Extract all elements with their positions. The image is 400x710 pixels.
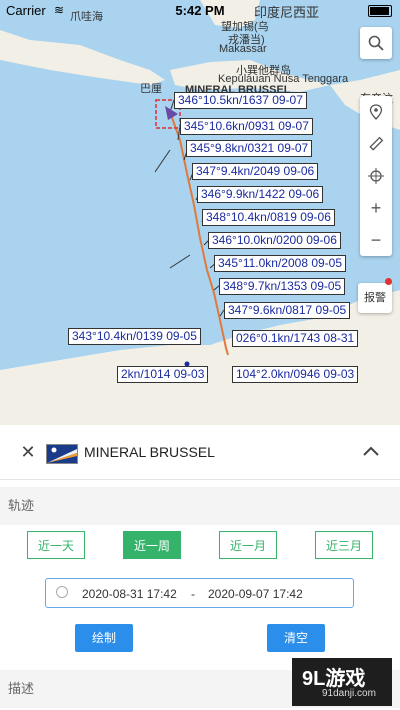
track-label[interactable]: 346°10.0kn/0200 09-06 xyxy=(208,232,341,249)
range-three-month-button[interactable]: 近三月 xyxy=(315,531,373,559)
ship-header: ✕ MINERAL BRUSSEL xyxy=(0,425,400,480)
battery-icon xyxy=(368,5,392,17)
track-label[interactable]: 345°10.6kn/0931 09-07 xyxy=(180,118,313,135)
date-separator: - xyxy=(191,587,195,601)
ship-name: MINERAL BRUSSEL xyxy=(84,444,215,460)
date-end[interactable]: 2020-09-07 17:42 xyxy=(208,587,303,601)
map-view[interactable]: 爪哇海 印度尼西亚 望加锡(乌 戎潘当) Makassar 小巽他群岛 Kepu… xyxy=(0,0,400,425)
date-start[interactable]: 2020-08-31 17:42 xyxy=(82,587,177,601)
track-label[interactable]: 347°9.4kn/2049 09-06 xyxy=(192,163,319,180)
map-tool-controls: + − xyxy=(360,96,392,256)
status-bar: Carrier ≋ 5:42 PM xyxy=(0,0,400,22)
ship-detail-panel: ✕ MINERAL BRUSSEL 轨迹 近一天 近一周 近一月 近三月 202… xyxy=(0,425,400,710)
watermark-logo: 9L游戏 91danji.com xyxy=(292,658,392,706)
track-label[interactable]: 346°9.9kn/1422 09-06 xyxy=(197,186,324,203)
alert-badge xyxy=(385,278,392,285)
track-label[interactable]: 348°10.4kn/0819 09-06 xyxy=(202,209,335,226)
date-range-picker[interactable]: 2020-08-31 17:42 - 2020-09-07 17:42 xyxy=(45,578,354,608)
draw-button[interactable]: 绘制 xyxy=(75,624,133,652)
track-label[interactable]: 348°9.7kn/1353 09-05 xyxy=(219,278,346,295)
track-label[interactable]: 347°9.6kn/0817 09-05 xyxy=(224,302,351,319)
track-label[interactable]: 026°0.1kn/1743 08-31 xyxy=(232,330,359,347)
zoom-in-icon[interactable]: + xyxy=(360,192,392,224)
alert-button[interactable]: 报警 xyxy=(358,283,392,313)
watermark-brand: 9L游戏 xyxy=(302,668,366,690)
track-label[interactable]: 104°2.0kn/0946 09-03 xyxy=(232,366,359,383)
map-label-makassar: Makassar xyxy=(219,43,267,55)
zoom-out-icon[interactable]: − xyxy=(360,224,392,256)
range-week-button[interactable]: 近一周 xyxy=(123,531,181,559)
location-pin-icon[interactable] xyxy=(360,96,392,128)
track-label[interactable]: 343°10.4kn/0139 09-05 xyxy=(68,328,201,345)
track-label[interactable]: 345°11.0kn/2008 09-05 xyxy=(214,255,347,272)
range-month-button[interactable]: 近一月 xyxy=(219,531,277,559)
clock: 5:42 PM xyxy=(175,3,225,18)
range-day-button[interactable]: 近一天 xyxy=(27,531,85,559)
search-control[interactable] xyxy=(360,27,392,59)
chevron-up-icon[interactable] xyxy=(360,441,382,463)
track-section-header: 轨迹 xyxy=(0,487,400,525)
marshall-islands-flag-icon xyxy=(46,444,78,464)
land-java xyxy=(0,30,165,85)
close-icon[interactable]: ✕ xyxy=(18,442,38,462)
track-label[interactable]: 2kn/1014 09-03 xyxy=(117,366,209,383)
track-label[interactable]: 345°9.8kn/0321 09-07 xyxy=(186,140,313,157)
crosshair-icon[interactable] xyxy=(360,160,392,192)
map-base xyxy=(0,0,400,425)
clear-button[interactable]: 清空 xyxy=(267,624,325,652)
map-label-bali: 巴厘 xyxy=(140,83,162,95)
watermark-site: 91danji.com xyxy=(322,688,376,699)
clock-icon xyxy=(56,586,68,598)
track-label[interactable]: 346°10.5kn/1637 09-07 xyxy=(174,92,307,109)
search-icon[interactable] xyxy=(360,27,392,59)
ruler-icon[interactable] xyxy=(360,128,392,160)
